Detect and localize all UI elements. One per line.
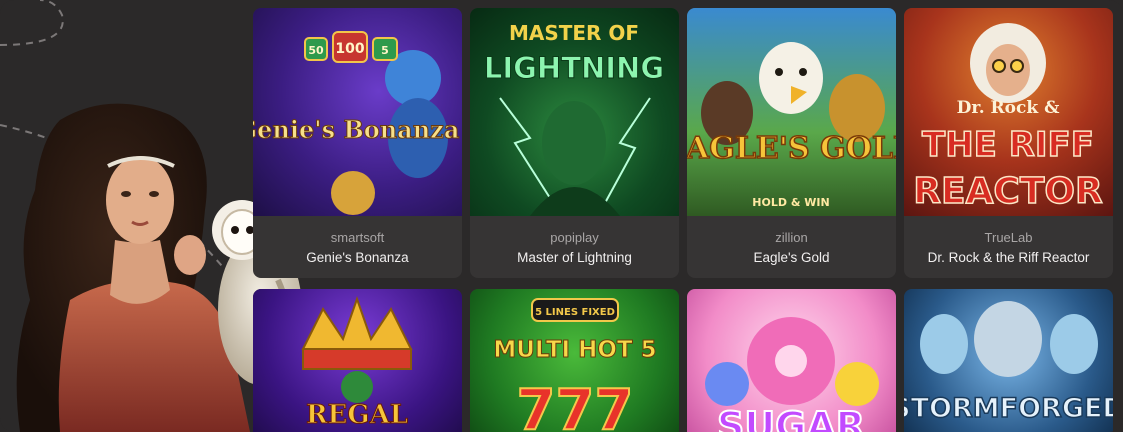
lightning-art-title-top: MASTER OF: [509, 21, 639, 45]
eagle-art: EAGLE'S GOLD HOLD & WIN: [687, 42, 896, 209]
game-thumbnail[interactable]: 50 100 5 Genie's Bonanza: [253, 8, 462, 216]
game-thumbnail[interactable]: STORMFORGED: [904, 289, 1113, 432]
lightning-art-title-bottom: LIGHTNING: [484, 51, 664, 85]
game-card-regal[interactable]: REGAL: [253, 289, 462, 432]
game-card-eagles-gold[interactable]: EAGLE'S GOLD HOLD & WIN zillion Eagle's …: [687, 8, 896, 278]
game-thumbnail[interactable]: REGAL: [253, 289, 462, 432]
lightning-art: MASTER OF LIGHTNING: [483, 21, 665, 216]
game-grid: 50 100 5 Genie's Bonanza smartsoft Genie…: [253, 8, 1113, 432]
multihot-art: 5 LINES FIXED MULTI HOT 5 777: [493, 298, 657, 432]
drrock-art-title-bottom: REACTOR: [913, 171, 1102, 212]
sugar-art: SUGAR: [705, 317, 879, 432]
multihot-badge: 5 LINES FIXED: [535, 307, 615, 318]
game-card-master-of-lightning[interactable]: MASTER OF LIGHTNING popiplay Master of L…: [470, 8, 679, 278]
drrock-art-title-top: Dr. Rock &: [957, 98, 1060, 118]
game-title: Eagle's Gold: [753, 250, 830, 265]
game-thumbnail[interactable]: EAGLE'S GOLD HOLD & WIN: [687, 8, 896, 216]
game-provider: zillion: [775, 230, 808, 245]
game-thumbnail[interactable]: Dr. Rock & THE RIFF REACTOR: [904, 8, 1113, 216]
genie-art: 50 100 5 Genie's Bonanza: [253, 31, 460, 215]
game-card-sugar[interactable]: SUGAR: [687, 289, 896, 432]
game-card-genies-bonanza[interactable]: 50 100 5 Genie's Bonanza smartsoft Genie…: [253, 8, 462, 278]
genie-art-title: Genie's Bonanza: [253, 115, 459, 144]
multihot-art-num: 777: [517, 378, 634, 432]
game-provider: smartsoft: [330, 230, 385, 245]
stormforged-art-title: STORMFORGED: [904, 393, 1113, 424]
game-provider: TrueLab: [984, 230, 1033, 245]
multihot-art-title: MULTI HOT 5: [493, 337, 656, 363]
badge-100: 100: [335, 41, 364, 57]
eagle-art-title: EAGLE'S GOLD: [687, 131, 896, 166]
game-title: Dr. Rock & the Riff Reactor: [927, 250, 1090, 265]
eagle-art-sub: HOLD & WIN: [752, 196, 829, 209]
drrock-art: Dr. Rock & THE RIFF REACTOR: [913, 23, 1103, 213]
badge-50: 50: [308, 44, 324, 57]
games-section: 50 100 5 Genie's Bonanza smartsoft Genie…: [0, 0, 1123, 432]
game-thumbnail[interactable]: MASTER OF LIGHTNING: [470, 8, 679, 216]
game-title: Master of Lightning: [517, 250, 632, 265]
regal-art: REGAL: [301, 295, 413, 431]
game-title: Genie's Bonanza: [306, 250, 409, 265]
game-card-stormforged[interactable]: STORMFORGED: [904, 289, 1113, 432]
game-card-multi-hot-5[interactable]: 5 LINES FIXED MULTI HOT 5 777: [470, 289, 679, 432]
sugar-art-title: SUGAR: [717, 404, 865, 432]
game-card-dr-rock-riff-reactor[interactable]: Dr. Rock & THE RIFF REACTOR TrueLab Dr. …: [904, 8, 1113, 278]
game-thumbnail[interactable]: SUGAR: [687, 289, 896, 432]
regal-art-title: REGAL: [306, 400, 408, 430]
drrock-art-title-mid: THE RIFF: [922, 125, 1094, 165]
stormforged-art: STORMFORGED: [904, 301, 1113, 425]
game-provider: popiplay: [550, 230, 599, 245]
game-thumbnail[interactable]: 5 LINES FIXED MULTI HOT 5 777: [470, 289, 679, 432]
badge-5: 5: [381, 44, 389, 57]
